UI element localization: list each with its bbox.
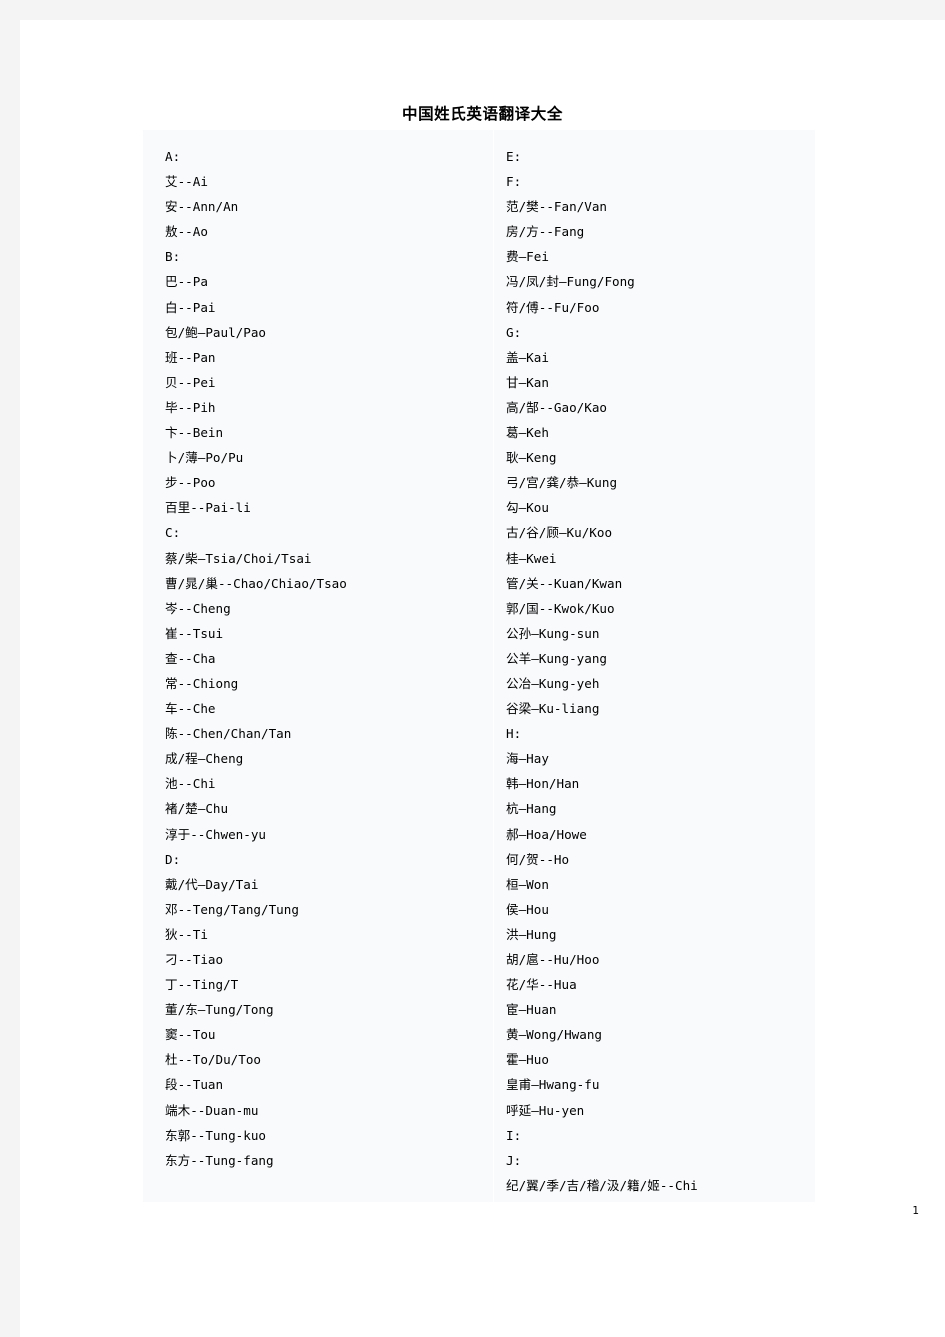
content-box: A: 艾--Ai 安--Ann/An 敖--Ao B: 巴--Pa 白--Pai 包/鲍—Pa… — [143, 130, 815, 1202]
surname-entry: 狄--Ti — [165, 926, 208, 942]
surname-entry: 胡/扈--Hu/Hoo — [506, 952, 600, 967]
surname-entry: 公冶—Kung-yeh — [506, 675, 600, 691]
surname-entry: 东方--Tung-fang — [165, 1152, 274, 1168]
surname-entry: 端木--Duan-mu — [165, 1102, 259, 1118]
page-title: 中国姓氏英语翻译大全 — [401, 105, 563, 123]
surname-entry: 邓--Teng/Tang/Tung — [165, 901, 299, 917]
surname-entry: 桓—Won — [506, 876, 549, 892]
surname-entry: 卜/薄—Po/Pu — [165, 450, 244, 466]
surname-entry: 宦—Huan — [506, 1002, 557, 1018]
surname-entry: 甘—Kan — [506, 374, 549, 390]
surname-entry: H: — [506, 726, 522, 742]
surname-entry: 弓/宫/龚/恭—Kung — [506, 475, 618, 491]
surname-entry: 耿—Keng — [506, 450, 557, 466]
surname-entry: 淳于--Chwen-yu — [165, 826, 267, 842]
surname-entry: 包/鲍—Paul/Pao — [165, 324, 267, 340]
surname-entry: 花/华--Hua — [506, 977, 577, 993]
surname-entry: 车--Che — [165, 701, 216, 717]
surname-entry: 卞--Bein — [165, 425, 224, 441]
surname-entry: 班--Pan — [165, 349, 216, 365]
surname-entry: 勾—Kou — [506, 500, 549, 516]
surname-entry: A: — [165, 149, 181, 164]
surname-entry: 巴--Pa — [165, 274, 208, 290]
surname-entry: 郝—Hoa/Howe — [506, 826, 587, 842]
surname-entry: 高/郜--Gao/Kao — [506, 399, 608, 415]
surname-entry: 毕--Pih — [165, 399, 216, 415]
surname-entry: 查--Cha — [165, 650, 216, 666]
surname-entry: 霍—Huo — [506, 1052, 549, 1068]
surname-entry: J: — [506, 1152, 522, 1168]
surname-entry: 纪/翼/季/吉/稽/汲/籍/姬--Chi — [506, 1177, 698, 1193]
surname-entry: E: — [506, 149, 522, 164]
column-divider — [493, 130, 494, 1202]
surname-entry: 东郭--Tung-kuo — [165, 1127, 267, 1143]
surname-entry: 白--Pai — [165, 299, 216, 315]
surname-entry: 呼延—Hu-yen — [506, 1102, 585, 1118]
surname-entry: 韩—Hon/Han — [506, 776, 580, 792]
surname-entry: 岑--Cheng — [165, 600, 231, 616]
surname-entry: 窦--Tou — [165, 1027, 216, 1043]
surname-entry: 戴/代—Day/Tai — [165, 876, 259, 892]
surname-entry: 范/樊--Fan/Van — [506, 199, 608, 215]
surname-entry: 公孙—Kung-sun — [506, 625, 600, 641]
surname-entry: 艾--Ai — [165, 174, 208, 190]
surname-entry: 桂—Kwei — [506, 550, 557, 566]
surname-entry: 谷梁—Ku-liang — [506, 701, 600, 717]
surname-entry: 敖--Ao — [165, 224, 208, 240]
surname-entry: 步--Poo — [165, 475, 216, 491]
surname-entry: 刁--Tiao — [165, 952, 224, 967]
surname-entry: 管/关--Kuan/Kwan — [506, 575, 623, 591]
surname-entry: 公羊—Kung-yang — [506, 650, 608, 666]
surname-list-left-column: A: 艾--Ai 安--Ann/An 敖--Ao B: 巴--Pa 白--Pai 包/鲍—Pa… — [165, 144, 485, 1173]
surname-entry: 崔--Tsui — [165, 625, 224, 641]
surname-entry: 池--Chi — [165, 776, 216, 792]
surname-entry: 海—Hay — [506, 751, 549, 767]
surname-entry: 曹/晁/巢--Chao/Chiao/Tsao — [165, 575, 347, 591]
surname-entry: 古/谷/顾—Ku/Koo — [506, 525, 613, 541]
surname-entry: 丁--Ting/T — [165, 977, 239, 993]
document-page: 中国姓氏英语翻译大全 A: 艾--Ai 安--Ann/An 敖--Ao B: 巴--Pa 白… — [20, 20, 945, 1337]
surname-entry: C: — [165, 525, 181, 541]
surname-entry: 董/东—Tung/Tong — [165, 1002, 274, 1018]
surname-entry: 杭—Hang — [506, 801, 557, 817]
page-number: 1 — [912, 1205, 919, 1217]
surname-entry: 皇甫—Hwang-fu — [506, 1077, 600, 1093]
surname-entry: 符/傅--Fu/Foo — [506, 299, 600, 315]
surname-entry: 杜--To/Du/Too — [165, 1052, 261, 1068]
surname-entry: 郭/国--Kwok/Kuo — [506, 600, 615, 616]
surname-entry: 蔡/柴—Tsia/Choi/Tsai — [165, 550, 312, 566]
surname-entry: F: — [506, 174, 522, 190]
surname-entry: I: — [506, 1127, 522, 1143]
surname-entry: 陈--Chen/Chan/Tan — [165, 726, 292, 742]
surname-entry: 常--Chiong — [165, 675, 239, 691]
surname-entry: 黄—Wong/Hwang — [506, 1027, 602, 1043]
surname-entry: 褚/楚—Chu — [165, 801, 229, 817]
surname-entry: 洪—Hung — [506, 926, 557, 942]
surname-entry: 段--Tuan — [165, 1077, 224, 1093]
surname-entry: 冯/凤/封—Fung/Fong — [506, 274, 635, 290]
surname-entry: D: — [165, 851, 181, 867]
surname-entry: G: — [506, 324, 522, 340]
surname-entry: 百里--Pai-li — [165, 500, 251, 516]
surname-entry: 盖—Kai — [506, 349, 549, 365]
surname-entry: 成/程—Cheng — [165, 751, 244, 767]
surname-entry: 葛—Keh — [506, 425, 549, 441]
surname-entry: 费—Fei — [506, 249, 549, 265]
surname-entry: 何/贺--Ho — [506, 851, 570, 867]
surname-entry: 侯—Hou — [506, 901, 549, 917]
surname-entry: B: — [165, 249, 181, 265]
surname-entry: 贝--Pei — [165, 374, 216, 390]
surname-entry: 房/方--Fang — [506, 224, 585, 240]
surname-entry: 安--Ann/An — [165, 199, 239, 215]
surname-list-right-column: E: F: 范/樊--Fan/Van 房/方--Fang 费—Fei 冯/凤/封—Fung… — [506, 144, 806, 1198]
